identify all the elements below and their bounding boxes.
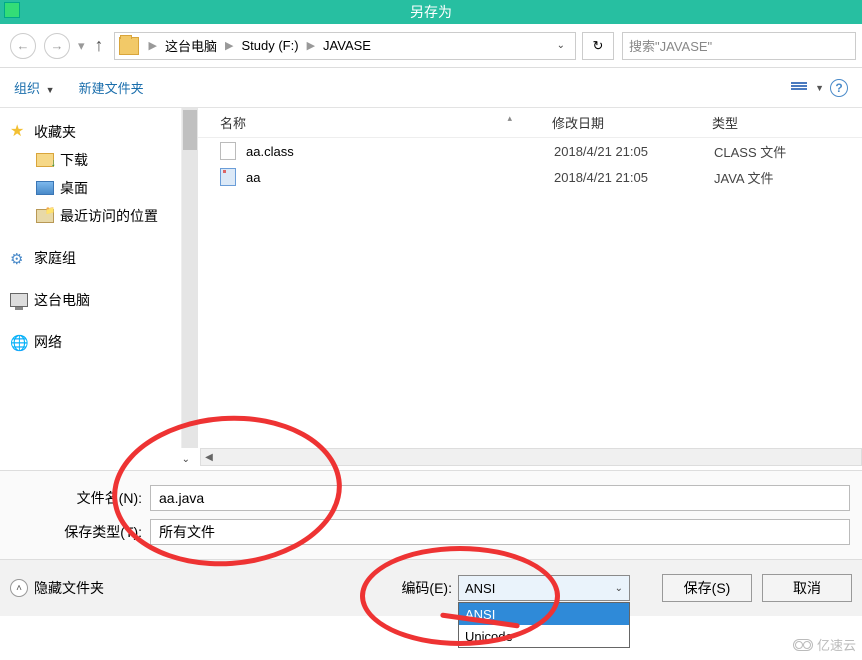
nav-bar: ← → ▾ ↑ ▶ 这台电脑 ▶ Study (F:) ▶ JAVASE ⌄ ↻… xyxy=(0,24,862,68)
filetype-select[interactable]: 所有文件 xyxy=(150,519,850,545)
history-dropdown-icon[interactable]: ▾ xyxy=(74,38,89,54)
encoding-dropdown: ANSI Unicode xyxy=(458,602,630,648)
file-icon xyxy=(220,142,236,160)
desktop-icon xyxy=(36,181,54,195)
folder-icon xyxy=(119,37,139,55)
filename-value: aa.java xyxy=(159,490,204,506)
breadcrumb-dropdown-icon[interactable]: ⌄ xyxy=(549,40,573,51)
file-name: aa xyxy=(246,170,554,185)
scroll-left-icon[interactable]: ◀ xyxy=(201,452,217,463)
chevron-up-icon: ˄ xyxy=(10,579,28,597)
sidebar-item-label: 收藏夹 xyxy=(34,122,76,142)
file-date: 2018/4/21 21:05 xyxy=(554,144,714,159)
form-area: 文件名(N): aa.java 保存类型(T): 所有文件 xyxy=(0,470,862,559)
file-type: JAVA 文件 xyxy=(714,168,773,187)
file-name: aa.class xyxy=(246,144,554,159)
watermark-icon xyxy=(793,639,813,651)
collapse-sidebar-icon[interactable]: ⌄ xyxy=(176,452,196,467)
hide-folders-toggle[interactable]: ˄ 隐藏文件夹 xyxy=(10,578,104,598)
sidebar-item-desktop[interactable]: 桌面 xyxy=(8,174,173,202)
chevron-right-icon: ▶ xyxy=(149,39,157,52)
organize-menu[interactable]: 组织 ▼ xyxy=(14,78,55,97)
dropdown-icon: ▼ xyxy=(46,85,55,95)
organize-label: 组织 xyxy=(14,81,40,96)
sidebar-this-pc[interactable]: 这台电脑 xyxy=(8,286,173,314)
filename-input[interactable]: aa.java xyxy=(150,485,850,511)
watermark: 亿速云 xyxy=(793,635,856,654)
homegroup-icon: ⚙ xyxy=(10,250,28,266)
bottom-bar: ˄ 隐藏文件夹 编码(E): ANSI ⌄ ANSI Unicode 保存(S)… xyxy=(0,559,862,616)
breadcrumb-item[interactable]: 这台电脑 xyxy=(161,34,221,57)
sidebar-item-label: 下载 xyxy=(60,150,88,170)
hide-folders-label: 隐藏文件夹 xyxy=(34,578,104,598)
sidebar-item-label: 网络 xyxy=(34,332,62,352)
refresh-button[interactable]: ↻ xyxy=(582,32,614,60)
new-folder-button[interactable]: 新建文件夹 xyxy=(79,78,144,97)
search-input[interactable]: 搜索"JAVASE" xyxy=(622,32,856,60)
save-button[interactable]: 保存(S) xyxy=(662,574,752,602)
sidebar-homegroup[interactable]: ⚙ 家庭组 xyxy=(8,244,173,272)
breadcrumb-item[interactable]: Study (F:) xyxy=(237,36,302,55)
sort-indicator-icon: ▴ xyxy=(507,113,512,124)
help-icon[interactable]: ? xyxy=(830,79,848,97)
horizontal-scrollbar[interactable]: ◀ xyxy=(200,448,862,466)
file-type: CLASS 文件 xyxy=(714,142,786,161)
filetype-label: 保存类型(T): xyxy=(0,522,150,542)
sidebar-item-label: 这台电脑 xyxy=(34,290,90,310)
recent-icon xyxy=(36,209,54,223)
view-options-icon[interactable] xyxy=(791,81,809,95)
breadcrumb[interactable]: ▶ 这台电脑 ▶ Study (F:) ▶ JAVASE ⌄ xyxy=(114,32,576,60)
filetype-value: 所有文件 xyxy=(159,522,215,542)
sidebar-network[interactable]: 🌐 网络 xyxy=(8,328,173,356)
watermark-text: 亿速云 xyxy=(817,635,856,654)
file-date: 2018/4/21 21:05 xyxy=(554,170,714,185)
sidebar-item-label: 最近访问的位置 xyxy=(60,206,158,226)
file-list: 名称 ▴ 修改日期 类型 aa.class2018/4/21 21:05CLAS… xyxy=(198,108,862,448)
sidebar: ★ 收藏夹 下载 桌面 最近访问的位置 ⚙ 家庭组 xyxy=(0,108,182,448)
breadcrumb-item[interactable]: JAVASE xyxy=(319,36,375,55)
column-headers: 名称 ▴ 修改日期 类型 xyxy=(198,108,862,138)
dropdown-icon[interactable]: ▼ xyxy=(815,83,824,93)
column-header-name[interactable]: 名称 ▴ xyxy=(198,113,552,132)
app-icon xyxy=(4,2,20,18)
encoding-option[interactable]: Unicode xyxy=(459,625,629,647)
file-row[interactable]: aa2018/4/21 21:05JAVA 文件 xyxy=(198,164,862,190)
cancel-button[interactable]: 取消 xyxy=(762,574,852,602)
sidebar-item-recent[interactable]: 最近访问的位置 xyxy=(8,202,173,230)
column-header-type[interactable]: 类型 xyxy=(712,113,862,132)
sidebar-item-label: 家庭组 xyxy=(34,248,76,268)
up-button[interactable]: ↑ xyxy=(95,35,104,56)
network-icon: 🌐 xyxy=(10,334,28,350)
download-folder-icon xyxy=(36,153,54,167)
chevron-right-icon: ▶ xyxy=(307,39,315,52)
column-label: 名称 xyxy=(220,116,246,131)
back-button[interactable]: ← xyxy=(10,33,36,59)
forward-button[interactable]: → xyxy=(44,33,70,59)
file-icon xyxy=(220,168,236,186)
column-header-date[interactable]: 修改日期 xyxy=(552,113,712,132)
toolbar: 组织 ▼ 新建文件夹 ▼ ? xyxy=(0,68,862,108)
chevron-right-icon: ▶ xyxy=(225,39,233,52)
computer-icon xyxy=(10,293,28,307)
sidebar-item-label: 桌面 xyxy=(60,178,88,198)
filename-label: 文件名(N): xyxy=(0,488,150,508)
encoding-select[interactable]: ANSI ⌄ ANSI Unicode xyxy=(458,575,630,601)
sidebar-scrollbar[interactable] xyxy=(182,108,198,448)
sidebar-item-downloads[interactable]: 下载 xyxy=(8,146,173,174)
main-area: ★ 收藏夹 下载 桌面 最近访问的位置 ⚙ 家庭组 xyxy=(0,108,862,448)
star-icon: ★ xyxy=(10,124,28,140)
encoding-value: ANSI xyxy=(465,581,495,596)
window-title: 另存为 xyxy=(410,2,452,22)
sidebar-favorites[interactable]: ★ 收藏夹 xyxy=(8,118,173,146)
title-bar: 另存为 xyxy=(0,0,862,24)
file-row[interactable]: aa.class2018/4/21 21:05CLASS 文件 xyxy=(198,138,862,164)
dropdown-icon: ⌄ xyxy=(615,583,623,594)
encoding-label: 编码(E): xyxy=(401,578,452,598)
search-placeholder: 搜索"JAVASE" xyxy=(629,36,712,55)
